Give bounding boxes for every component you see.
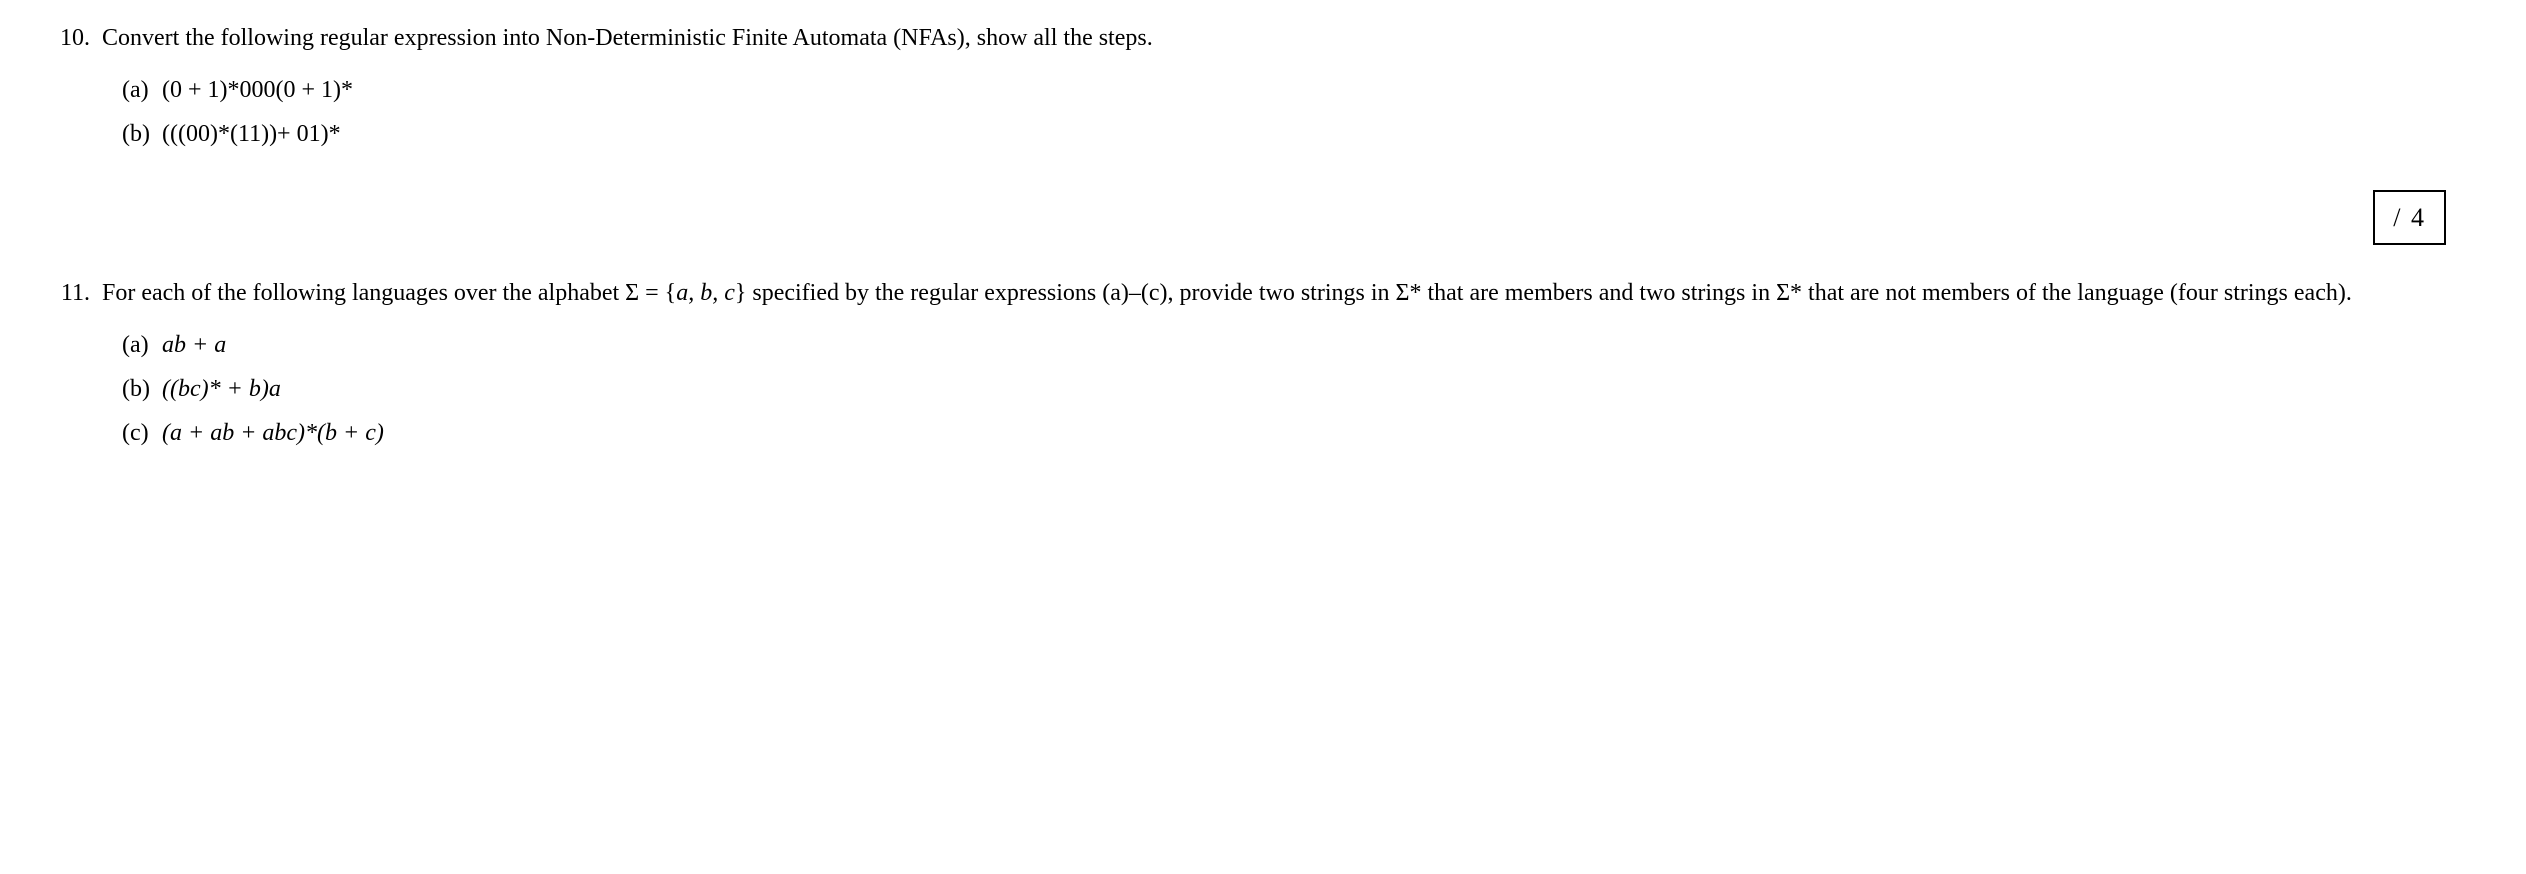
question-number: 10.: [40, 20, 102, 160]
score-box: / 4: [2373, 190, 2446, 245]
subpart-label: (c): [122, 415, 162, 451]
question-number: 11.: [40, 275, 102, 459]
subpart-label: (a): [122, 72, 162, 108]
text-segment: For each of the following languages over…: [102, 280, 676, 306]
subpart-expression: (a + ab + abc)*(b + c): [162, 415, 2486, 451]
subpart-expression: ((bc)* + b)a: [162, 371, 2486, 407]
subpart-b: (b) (((00)*(11))+ 01)*: [122, 116, 2486, 152]
subpart-c: (c) (a + ab + abc)*(b + c): [122, 415, 2486, 451]
subpart-expression: (0 + 1)*000(0 + 1)*: [162, 72, 2486, 108]
subparts: (a) ab + a (b) ((bc)* + b)a (c) (a + ab …: [122, 327, 2486, 451]
question-text: Convert the following regular expression…: [102, 20, 2486, 56]
alphabet-letters: a, b, c: [676, 280, 735, 306]
question-body: Convert the following regular expression…: [102, 20, 2486, 160]
question-11: 11. For each of the following languages …: [40, 275, 2486, 459]
score-box-container: / 4: [40, 190, 2446, 245]
question-body: For each of the following languages over…: [102, 275, 2486, 459]
question-10: 10. Convert the following regular expres…: [40, 20, 2486, 160]
subpart-expression: (((00)*(11))+ 01)*: [162, 116, 2486, 152]
question-text: For each of the following languages over…: [102, 275, 2486, 311]
subpart-label: (a): [122, 327, 162, 363]
subpart-b: (b) ((bc)* + b)a: [122, 371, 2486, 407]
subpart-a: (a) (0 + 1)*000(0 + 1)*: [122, 72, 2486, 108]
subpart-expression: ab + a: [162, 327, 2486, 363]
subpart-a: (a) ab + a: [122, 327, 2486, 363]
subpart-label: (b): [122, 371, 162, 407]
subpart-label: (b): [122, 116, 162, 152]
text-segment: } specified by the regular expressions (…: [735, 280, 2352, 306]
subparts: (a) (0 + 1)*000(0 + 1)* (b) (((00)*(11))…: [122, 72, 2486, 152]
